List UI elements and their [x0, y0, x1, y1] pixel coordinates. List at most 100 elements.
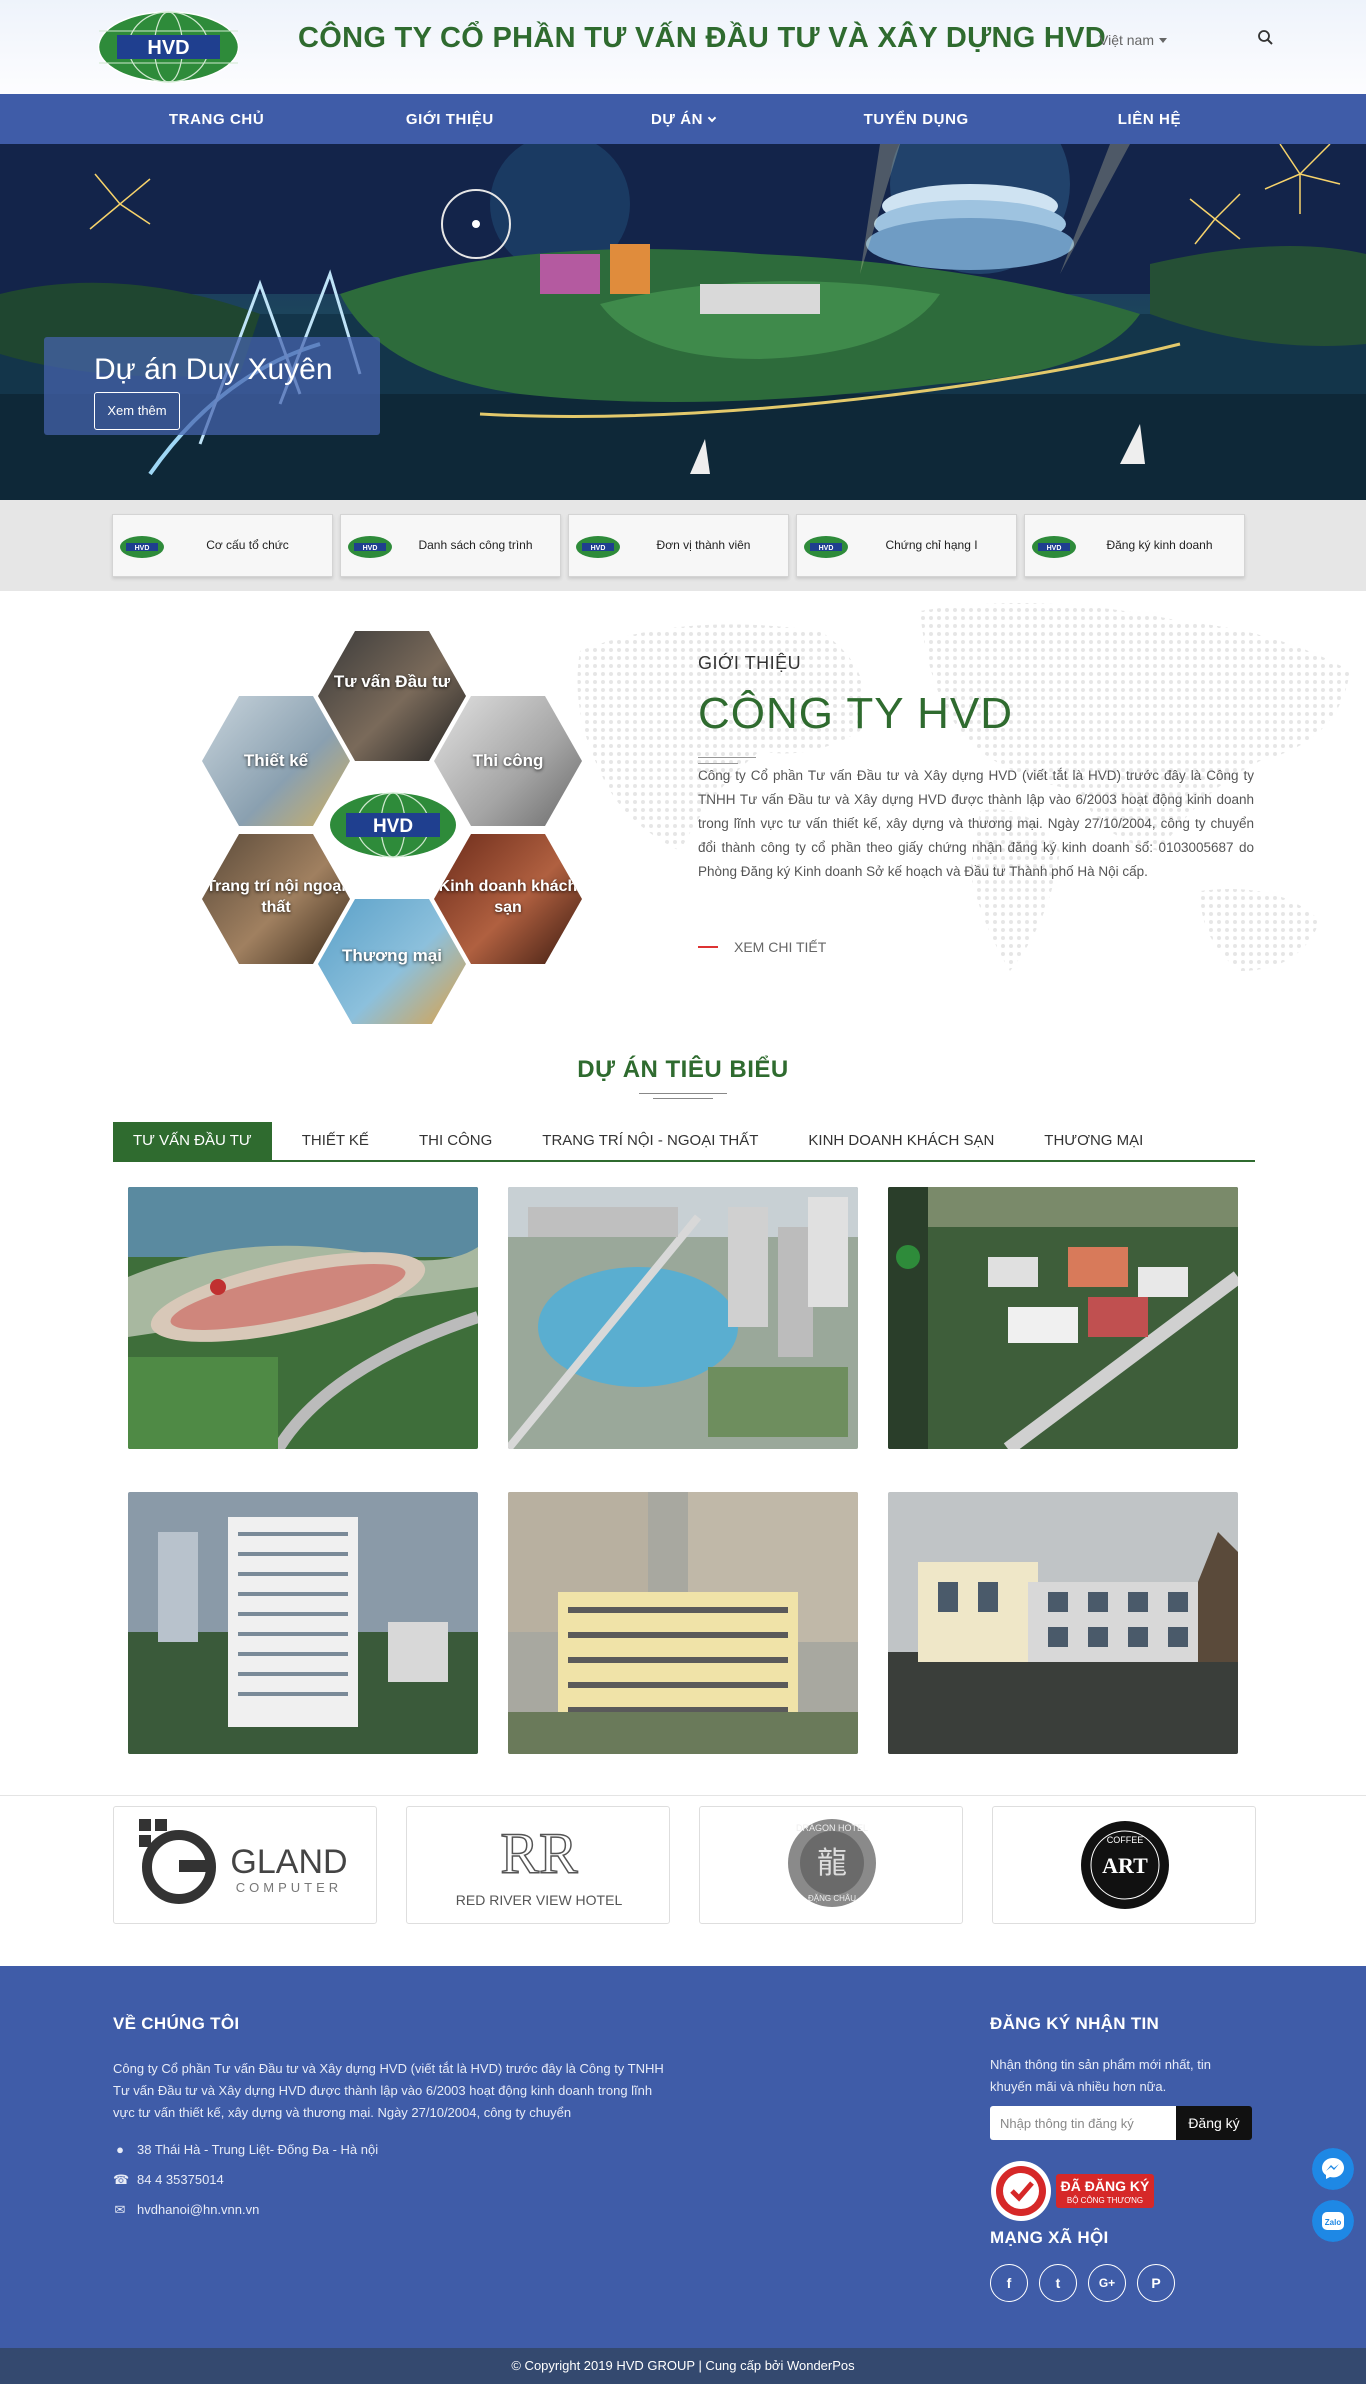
partner-sub: COFFEE [1107, 1835, 1144, 1845]
hex-trade[interactable]: Thương mại [318, 899, 466, 1024]
quick-link-label: Đơn vị thành viên [656, 538, 751, 552]
hvd-mini-logo-icon: HVD [348, 536, 392, 558]
partner-sub: COMPUTER [236, 1880, 342, 1895]
partner-dragon-hotel[interactable]: DRAGON HOTEL 龍 ĐẶNG CHÂU [699, 1806, 963, 1924]
hex-investment-consulting[interactable]: Tư vấn Đầu tư [318, 631, 466, 761]
quick-link-project-list[interactable]: HVD Danh sách công trình [340, 514, 561, 577]
nav-item-about[interactable]: GIỚI THIỆU [333, 111, 566, 128]
google-plus-icon[interactable]: G+ [1088, 2264, 1126, 2302]
partner-red-river[interactable]: RR RED RIVER VIEW HOTEL [406, 1806, 670, 1924]
project-image [888, 1492, 1238, 1754]
project-thumbnail[interactable] [508, 1187, 858, 1449]
project-image [128, 1187, 478, 1449]
intro-title: CÔNG TY HVD [698, 689, 1013, 738]
quick-link-business-registration[interactable]: HVD Đăng ký kinh doanh [1024, 514, 1245, 577]
language-label: Việt nam [1099, 32, 1154, 48]
gland-logo: GLAND COMPUTER [139, 1819, 348, 1904]
quick-link-label: Đăng ký kinh doanh [1106, 538, 1213, 552]
tab-investment-consulting[interactable]: TƯ VẤN ĐẦU TƯ [113, 1122, 272, 1160]
hvd-mini-logo-icon: HVD [576, 536, 620, 558]
intro-section: Tư vấn Đầu tư Thiết kế Thi công Trang tr… [0, 591, 1366, 1024]
featured-projects: DỰ ÁN TIÊU BIỂU TƯ VẤN ĐẦU TƯ THIẾT KẾ T… [0, 1024, 1366, 1795]
partner-name: GLAND [230, 1843, 347, 1881]
chevron-down-icon [707, 113, 717, 122]
partner-gland[interactable]: GLAND COMPUTER [113, 1806, 377, 1924]
search-icon[interactable] [1256, 28, 1276, 48]
logo-text: HVD [373, 816, 413, 837]
nav-item-projects-label: DỰ ÁN [650, 110, 704, 128]
tab-trade[interactable]: THƯƠNG MẠI [1024, 1122, 1163, 1160]
hex-label: Thi công [472, 751, 544, 770]
art-coffee-logo: COFFEE ART [1081, 1821, 1169, 1909]
pinterest-icon[interactable]: P [1137, 2264, 1175, 2302]
twitter-icon[interactable]: t [1039, 2264, 1077, 2302]
project-image [128, 1492, 478, 1754]
map-pin-icon: ● [116, 2142, 124, 2157]
caret-down-icon [1159, 38, 1167, 43]
registered-badge[interactable]: ĐÃ ĐĂNG KÝ BỘ CÔNG THƯƠNG [990, 2160, 1160, 2222]
main-nav: TRANG CHỦ GIỚI THIỆU DỰ ÁN TUYỂN DỤNG LI… [0, 94, 1366, 144]
project-image [508, 1187, 858, 1449]
tab-hotel-business[interactable]: KINH DOANH KHÁCH SẠN [788, 1122, 1014, 1160]
address-text: 38 Thái Hà - Trung Liệt- Đống Đa - Hà nộ… [137, 2142, 379, 2157]
tab-design[interactable]: THIẾT KẾ [282, 1122, 389, 1160]
partner-name: RR [500, 1821, 578, 1886]
newsletter-input[interactable] [990, 2106, 1176, 2140]
nav-item-projects[interactable]: DỰ ÁN [566, 111, 799, 128]
quick-link-certificate[interactable]: HVD Chứng chỉ hạng I [796, 514, 1017, 577]
partner-name: DRAGON HOTEL [796, 1823, 868, 1833]
messenger-icon[interactable] [1312, 2148, 1354, 2190]
logo-text: HVD [147, 37, 189, 59]
project-thumbnail[interactable] [888, 1492, 1238, 1754]
nav-item-contact[interactable]: LIÊN HỆ [1033, 111, 1266, 128]
newsletter-submit-button[interactable]: Đăng ký [1176, 2106, 1252, 2140]
footer-about-text: Công ty Cổ phần Tư vấn Đầu tư và Xây dựn… [113, 2061, 664, 2120]
project-thumbnail[interactable] [888, 1187, 1238, 1449]
nav-item-careers[interactable]: TUYỂN DỤNG [800, 111, 1033, 128]
project-thumbnail[interactable] [128, 1492, 478, 1754]
quick-link-org-structure[interactable]: HVD Cơ cấu tổ chức [112, 514, 333, 577]
tab-interior-exterior[interactable]: TRANG TRÍ NỘI - NGOẠI THẤT [522, 1122, 778, 1160]
hvd-mini-logo-icon: HVD [120, 536, 164, 558]
red-river-logo: RR RED RIVER VIEW HOTEL [456, 1820, 623, 1908]
intro-text: Công ty Cổ phần Tư vấn Đầu tư và Xây dựn… [698, 768, 1254, 879]
dragon-hotel-logo: DRAGON HOTEL 龍 ĐẶNG CHÂU [788, 1819, 876, 1907]
title-divider [698, 757, 756, 758]
hvd-logo[interactable]: HVD [97, 11, 240, 83]
footer-phone[interactable]: ☎ 84 4 35375014 [113, 2172, 224, 2188]
mail-icon: ✉ [114, 2202, 126, 2217]
nav-item-home[interactable]: TRANG CHỦ [100, 111, 333, 128]
svg-text:HVD: HVD [591, 545, 606, 552]
social-heading: MẠNG XÃ HỘI [990, 2228, 1109, 2247]
zalo-label: Zalo [1325, 2218, 1342, 2227]
partner-sub: ĐẶNG CHÂU [808, 1894, 856, 1903]
intro-kicker: GIỚI THIỆU [698, 653, 802, 673]
phone-text: 84 4 35375014 [137, 2172, 224, 2187]
red-dash-icon [698, 946, 718, 948]
language-selector[interactable]: Việt nam [1099, 32, 1167, 48]
svg-text:HVD: HVD [1047, 545, 1062, 552]
email-text: hvdhanoi@hn.vnn.vn [137, 2202, 260, 2217]
intro-more-label: XEM CHI TIẾT [734, 939, 827, 955]
partner-logos: GLAND COMPUTER RR RED RIVER VIEW HOTEL D… [0, 1795, 1366, 1966]
intro-more-link[interactable]: XEM CHI TIẾT [698, 939, 826, 955]
project-thumbnail[interactable] [508, 1492, 858, 1754]
hero-more-button[interactable]: Xem thêm [94, 392, 180, 430]
quick-link-member-units[interactable]: HVD Đơn vị thành viên [568, 514, 789, 577]
svg-text:HVD: HVD [363, 545, 378, 552]
quick-link-label: Cơ cấu tổ chức [206, 538, 289, 552]
title-divider [639, 1093, 727, 1094]
company-name: CÔNG TY CỔ PHẦN TƯ VẤN ĐẦU TƯ VÀ XÂY DỰN… [298, 22, 1107, 54]
project-thumbnail[interactable] [128, 1187, 478, 1449]
footer-address: ● 38 Thái Hà - Trung Liệt- Đống Đa - Hà n… [113, 2142, 378, 2157]
title-divider [653, 1098, 713, 1099]
partner-art-coffee[interactable]: COFFEE ART [992, 1806, 1256, 1924]
footer-email[interactable]: ✉ hvdhanoi@hn.vnn.vn [113, 2202, 260, 2218]
zalo-icon[interactable]: Zalo [1312, 2200, 1354, 2242]
tab-construction[interactable]: THI CÔNG [399, 1122, 512, 1160]
quick-link-label: Danh sách công trình [418, 538, 533, 552]
hero-image [0, 144, 1366, 500]
project-tabs: TƯ VẤN ĐẦU TƯ THIẾT KẾ THI CÔNG TRANG TR… [113, 1122, 1255, 1162]
project-image [508, 1492, 858, 1754]
facebook-icon[interactable]: f [990, 2264, 1028, 2302]
